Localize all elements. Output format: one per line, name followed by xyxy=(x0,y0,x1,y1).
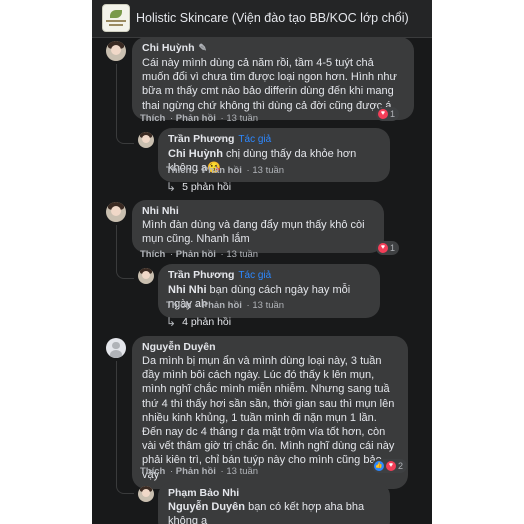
comment-time: 13 tuần xyxy=(226,113,259,124)
thread-line xyxy=(116,225,134,279)
mention-link[interactable]: Nhi Nhi xyxy=(168,284,207,296)
reply-arrow-icon: ↳ xyxy=(166,315,177,329)
comment-actions: Thích · Phản hồi · 13 tuần xyxy=(140,249,259,260)
reply-author[interactable]: Trần Phương xyxy=(168,133,234,145)
thread-line xyxy=(116,361,134,494)
comment-actions: Thích · Phản hồi · 13 tuần xyxy=(140,113,259,124)
view-replies-link[interactable]: ↳ 4 phản hồi xyxy=(166,315,231,329)
reply-time: 13 tuần xyxy=(252,300,285,311)
like-button[interactable]: Thích xyxy=(140,249,165,260)
reply-button[interactable]: Phản hồi xyxy=(176,113,216,124)
comment-text: Mình đàn dùng và đang đẩy mụn thấy khô c… xyxy=(142,219,365,246)
group-avatar[interactable] xyxy=(102,4,130,32)
author-badge: Tác giả xyxy=(238,270,272,281)
like-button[interactable]: Thích xyxy=(166,300,191,311)
mention-link[interactable]: Chi Huỳnh xyxy=(168,148,223,160)
reply-bubble: Phạm Bảo Nhi Nguyễn Duyên bạn có kết hợp… xyxy=(158,482,390,524)
reply-arrow-icon: ↳ xyxy=(166,180,177,194)
reply-button[interactable]: Phản hồi xyxy=(176,466,216,477)
group-header: Holistic Skincare (Viện đào tạo BB/KOC l… xyxy=(92,0,432,38)
comment-author[interactable]: Nhi Nhi xyxy=(142,204,374,218)
author-badge: Tác giả xyxy=(238,134,272,145)
comment-author[interactable]: Chi Huỳnh ✎ xyxy=(142,41,404,56)
comment-text: Cái này mình dùng cả năm rồi, tầm 4-5 tu… xyxy=(142,57,397,112)
reaction-badge[interactable]: ♥ 1 xyxy=(376,241,400,255)
comment-text: Da mình bị mụn ẩn và mình dùng loại này,… xyxy=(142,355,395,481)
heart-icon: ♥ xyxy=(386,461,396,471)
group-title[interactable]: Holistic Skincare (Viện đào tạo BB/KOC l… xyxy=(136,11,409,25)
reply-button[interactable]: Phản hồi xyxy=(176,249,216,260)
avatar[interactable] xyxy=(138,132,154,148)
reaction-badge[interactable]: 👍 ♥ 2 xyxy=(372,459,408,473)
thread-line xyxy=(116,64,134,144)
heart-icon: ♥ xyxy=(378,243,388,253)
comment-time: 13 tuần xyxy=(226,249,259,260)
heart-icon: ♥ xyxy=(378,109,388,119)
avatar[interactable] xyxy=(106,41,126,61)
view-replies-link[interactable]: ↳ 5 phản hồi xyxy=(166,180,231,194)
mention-link[interactable]: Nguyễn Duyên xyxy=(168,501,245,513)
edit-pen-icon: ✎ xyxy=(198,43,207,54)
default-avatar[interactable] xyxy=(106,338,126,358)
avatar[interactable] xyxy=(138,486,154,502)
comment-bubble: Chi Huỳnh ✎ Cái này mình dùng cả năm rồi,… xyxy=(132,37,414,120)
reply-actions: Thích · Phản hồi · 13 tuần xyxy=(166,300,285,311)
avatar[interactable] xyxy=(138,268,154,284)
like-button[interactable]: Thích xyxy=(140,466,165,477)
comment-actions: Thích · Phản hồi · 13 tuần xyxy=(140,466,259,477)
comment-time: 13 tuần xyxy=(226,466,259,477)
reply-actions: Thích · Phản hồi · 13 tuần xyxy=(166,165,285,176)
comment-author[interactable]: Nguyễn Duyên xyxy=(142,340,398,354)
comment-bubble: Nhi Nhi Mình đàn dùng và đang đẩy mụn th… xyxy=(132,200,384,254)
like-button[interactable]: Thích xyxy=(140,113,165,124)
like-button[interactable]: Thích xyxy=(166,165,191,176)
reply-author[interactable]: Phạm Bảo Nhi xyxy=(168,486,380,500)
reply-button[interactable]: Phản hồi xyxy=(202,300,242,311)
like-icon: 👍 xyxy=(374,461,384,471)
reaction-badge[interactable]: ♥ 1 xyxy=(376,107,400,121)
reply-author[interactable]: Trần Phương xyxy=(168,269,234,281)
avatar[interactable] xyxy=(106,202,126,222)
reply-button[interactable]: Phản hồi xyxy=(202,165,242,176)
reply-time: 13 tuần xyxy=(252,165,285,176)
comments-screen: Holistic Skincare (Viện đào tạo BB/KOC l… xyxy=(92,0,432,524)
